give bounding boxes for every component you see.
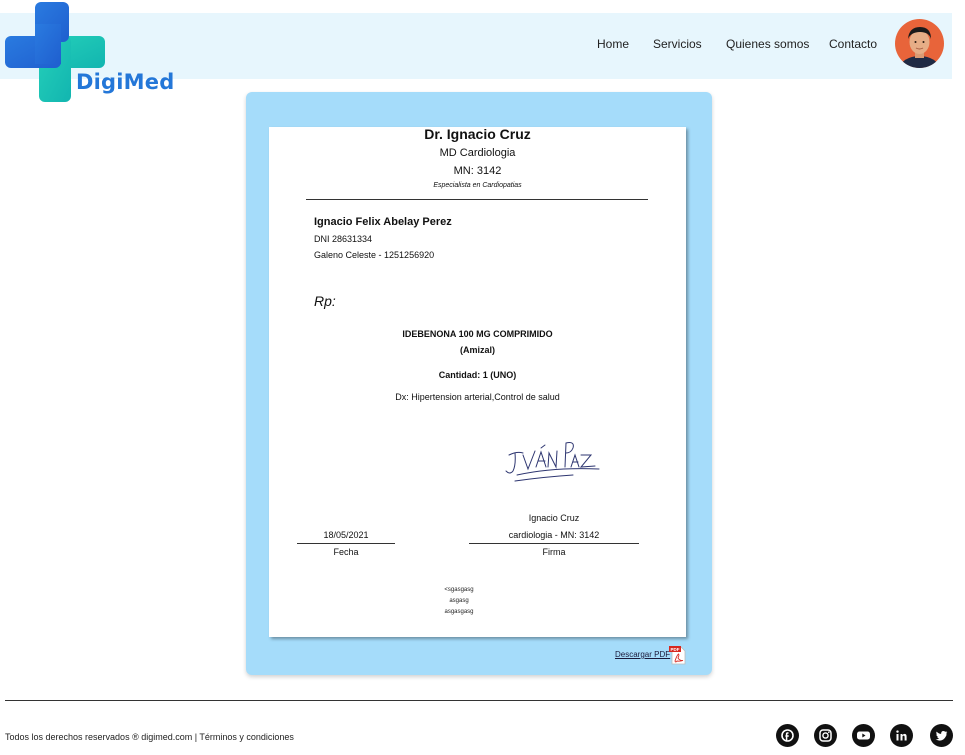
linkedin-icon[interactable]: [890, 724, 913, 747]
date-label: Fecha: [333, 547, 359, 557]
instagram-icon[interactable]: [814, 724, 837, 747]
medication-quantity: Cantidad: 1 (UNO): [438, 370, 517, 380]
note-line: asgasg: [449, 598, 469, 604]
nav-contact[interactable]: Contacto: [829, 37, 877, 51]
patient-insurance: Galeno Celeste - 1251256920: [314, 250, 435, 260]
prescription-document: Dr. Ignacio Cruz MD Cardiologia MN: 3142…: [269, 126, 686, 637]
footer-copyright: Todos los derechos reservados ® digimed.…: [5, 732, 294, 742]
prescription-note: <sgasgasg asgasg asgasgasg: [269, 585, 649, 618]
brand-name: DigiMed: [76, 70, 175, 94]
nav-about[interactable]: Quienes somos: [726, 37, 809, 51]
doctor-name: Dr. Ignacio Cruz: [424, 126, 531, 142]
note-line: asgasgasg: [444, 609, 474, 615]
signer-license: cardiologia - MN: 3142: [508, 530, 600, 540]
download-pdf-link[interactable]: Descargar PDF: [615, 650, 670, 659]
user-avatar[interactable]: [895, 19, 944, 68]
header-divider: [306, 199, 648, 200]
footer-divider: [5, 700, 953, 701]
note-line: <sgasgasg: [444, 587, 474, 593]
doctor-specialty: MD Cardiologia: [439, 147, 516, 159]
signer-name: Ignacio Cruz: [528, 513, 580, 523]
patient-dni: DNI 28631334: [314, 234, 373, 244]
signature-label: Firma: [542, 547, 566, 557]
rp-label: Rp:: [314, 293, 336, 309]
doctor-license: MN: 3142: [453, 165, 502, 177]
date-line: [297, 543, 395, 544]
twitter-icon[interactable]: [930, 724, 953, 747]
handwritten-signature: [505, 442, 600, 482]
signature-line: [469, 543, 639, 544]
doctor-expertise: Especialista en Cardiopatias: [433, 182, 522, 189]
digimed-logo[interactable]: DigiMed: [5, 2, 175, 102]
nav-services[interactable]: Servicios: [653, 37, 702, 51]
medication-name: IDEBENONA 100 MG COMPRIMIDO: [402, 329, 553, 339]
youtube-icon[interactable]: [852, 724, 875, 747]
patient-name: Ignacio Felix Abelay Perez: [314, 216, 452, 228]
pdf-file-icon[interactable]: PDF: [668, 645, 688, 665]
nav-home[interactable]: Home: [597, 37, 629, 51]
prescription-date: 18/05/2021: [323, 530, 369, 540]
medication-brand: (Amizal): [459, 345, 495, 355]
diagnosis: Dx: Hipertension arterial,Control de sal…: [395, 392, 560, 402]
pdf-badge-text: PDF: [671, 647, 680, 652]
facebook-icon[interactable]: [776, 724, 799, 747]
